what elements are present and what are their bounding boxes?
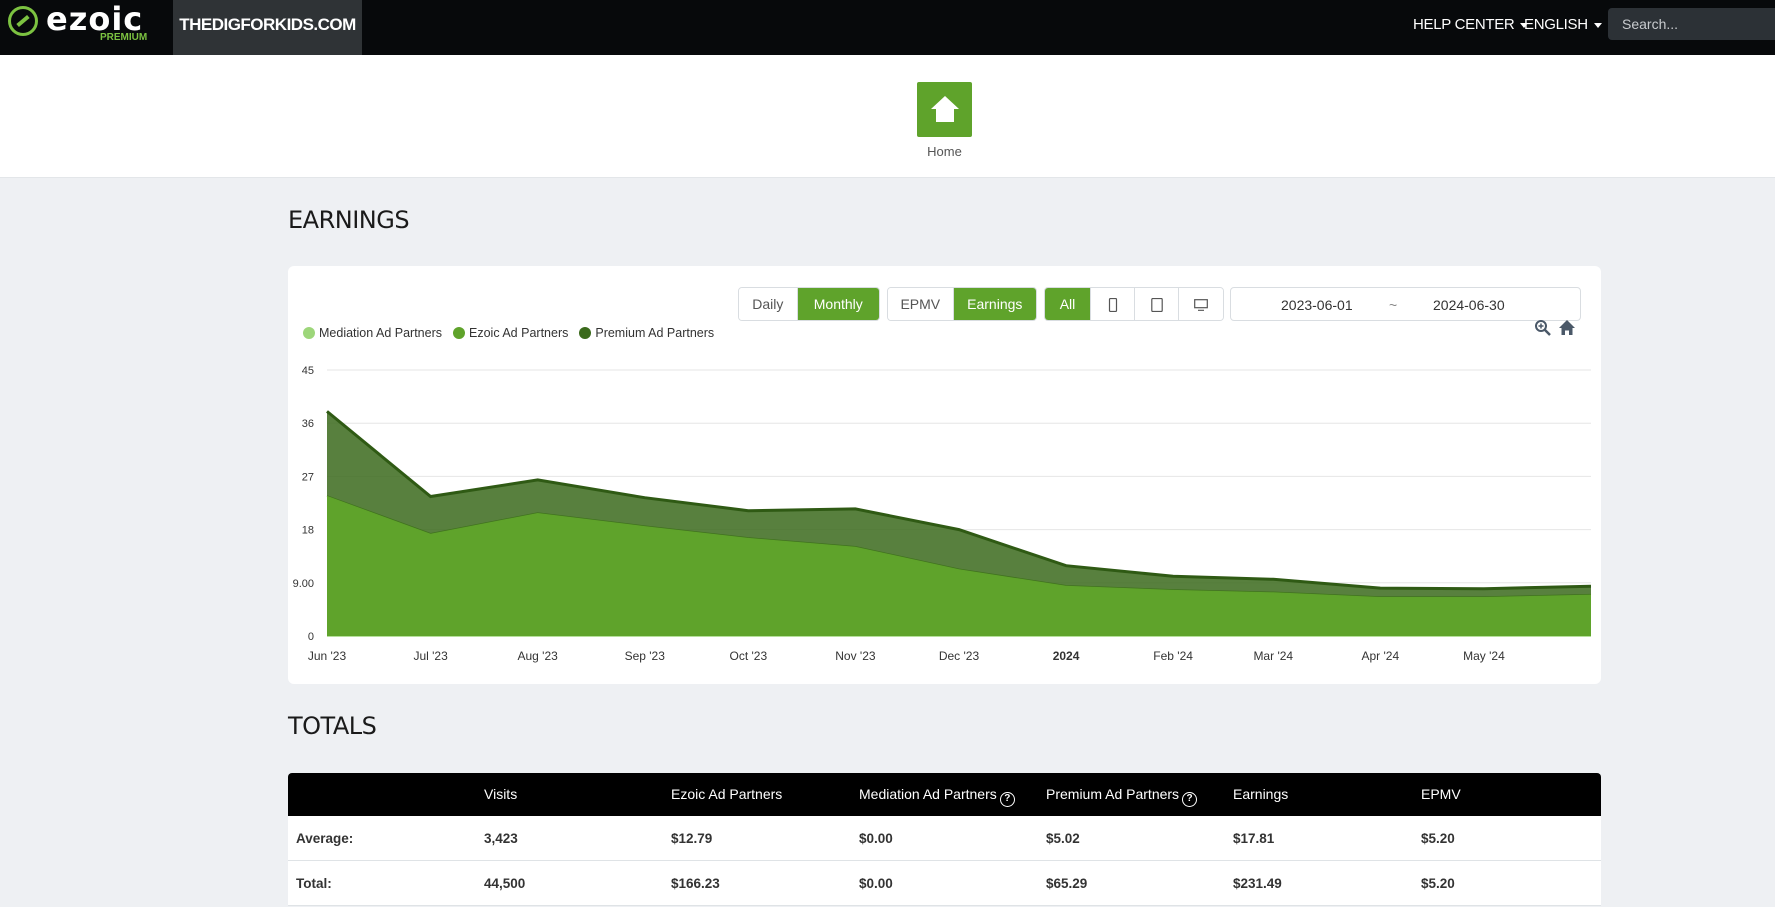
epmv-button[interactable]: EPMV [888, 288, 954, 320]
cell-earnings: $231.49 [1233, 876, 1282, 891]
header-earnings: Earnings [1233, 786, 1289, 802]
legend-dot [453, 327, 465, 339]
device-toggle: All [1044, 287, 1224, 321]
x-tick-label: Aug '23 [518, 649, 559, 663]
y-tick-label: 9.00 [293, 578, 314, 590]
desktop-icon [1194, 299, 1208, 312]
header-label: Premium Ad Partners [1046, 786, 1180, 802]
reset-zoom-home-icon[interactable] [1558, 319, 1576, 337]
header-premium-ad-partners: Premium Ad Partners? [1046, 786, 1198, 807]
help-question-icon[interactable]: ? [1182, 792, 1198, 807]
cell-visits: 3,423 [484, 831, 518, 846]
mobile-button[interactable] [1091, 288, 1135, 320]
legend-label: Ezoic Ad Partners [469, 326, 569, 340]
date-end: 2024-06-30 [1433, 297, 1505, 313]
legend-label: Premium Ad Partners [595, 326, 715, 340]
x-tick-label: Nov '23 [835, 649, 876, 663]
site-selector[interactable]: THEDIGFORKIDS.COM [173, 0, 362, 55]
date-separator: ~ [1389, 297, 1398, 313]
table-header: Visits Ezoic Ad Partners Mediation Ad Pa… [288, 773, 1601, 816]
y-tick-label: 18 [302, 525, 314, 537]
x-tick-label: Jul '23 [413, 649, 448, 663]
earnings-title: EARNINGS [288, 206, 410, 234]
language-label: ENGLISH [1524, 16, 1588, 33]
earnings-chart-card: 0 9.00 18 27 36 45 Jun '23 Jul '23 Aug '23 Sep '2… [288, 266, 1601, 684]
x-tick-label: 2024 [1053, 649, 1080, 663]
x-tick-label: Apr '24 [1362, 649, 1400, 663]
x-tick-label: Feb '24 [1153, 649, 1193, 663]
earnings-button[interactable]: Earnings [953, 288, 1036, 320]
cell-earnings: $17.81 [1233, 831, 1275, 846]
x-tick-label: Sep '23 [625, 649, 666, 663]
help-center-label: HELP CENTER [1413, 16, 1515, 33]
row-label: Total: [296, 876, 332, 891]
legend-item-ezoic[interactable]: Ezoic Ad Partners [453, 326, 568, 340]
chart-legend: Mediation Ad Partners Ezoic Ad Partners … [303, 326, 725, 340]
row-label: Average: [296, 831, 354, 846]
header-epmv: EPMV [1421, 786, 1461, 802]
home-label: Home [927, 144, 962, 159]
x-tick-label: May '24 [1463, 649, 1505, 663]
cell-epmv: $5.20 [1421, 876, 1455, 891]
x-tick-label: Jun '23 [308, 649, 347, 663]
totals-table: Visits Ezoic Ad Partners Mediation Ad Pa… [288, 773, 1601, 906]
search-input[interactable] [1608, 8, 1775, 40]
logo-premium-label: PREMIUM [100, 32, 148, 43]
cell-premium: $5.02 [1046, 831, 1080, 846]
legend-dot [579, 327, 592, 339]
house-icon [931, 96, 959, 122]
cell-ezoic: $12.79 [671, 831, 713, 846]
all-devices-button[interactable]: All [1045, 288, 1091, 320]
legend-item-premium[interactable]: Premium Ad Partners [579, 326, 714, 340]
legend-item-mediation[interactable]: Mediation Ad Partners [303, 326, 442, 340]
ezoic-logo-mark-icon [8, 6, 38, 36]
monthly-button[interactable]: Monthly [797, 288, 879, 320]
x-tick-label: Mar '24 [1253, 649, 1293, 663]
date-start: 2023-06-01 [1281, 297, 1353, 313]
header-ezoic-ad-partners: Ezoic Ad Partners [671, 786, 783, 802]
totals-title: TOTALS [288, 712, 377, 740]
y-tick-label: 36 [302, 418, 314, 430]
y-tick-label: 45 [302, 365, 314, 377]
header-visits: Visits [484, 786, 518, 802]
legend-dot [303, 327, 315, 339]
x-tick-label: Oct '23 [730, 649, 768, 663]
cell-epmv: $5.20 [1421, 831, 1455, 846]
mobile-icon [1108, 298, 1117, 313]
header-mediation-ad-partners: Mediation Ad Partners? [859, 786, 1015, 807]
home-button[interactable] [917, 82, 972, 137]
cell-visits: 44,500 [484, 876, 526, 891]
cell-premium: $65.29 [1046, 876, 1088, 891]
x-tick-label: Dec '23 [939, 649, 980, 663]
desktop-button[interactable] [1179, 288, 1223, 320]
daily-button[interactable]: Daily [739, 288, 798, 320]
help-question-icon[interactable]: ? [999, 792, 1015, 807]
period-toggle: Daily Monthly [738, 287, 880, 321]
caret-down-icon [1593, 22, 1602, 28]
zoom-in-icon[interactable] [1534, 319, 1552, 337]
table-row-total: Total: 44,500 $166.23 $0.00 $65.29 $231.… [288, 861, 1601, 906]
help-center-dropdown[interactable]: HELP CENTER [1413, 16, 1529, 33]
tablet-button[interactable] [1135, 288, 1179, 320]
home-banner: Home [0, 55, 1775, 178]
cell-ezoic: $166.23 [671, 876, 720, 891]
top-navbar: ezoic PREMIUM THEDIGFORKIDS.COM HELP CEN… [0, 0, 1775, 55]
cell-mediation: $0.00 [859, 876, 893, 891]
cell-mediation: $0.00 [859, 831, 893, 846]
ezoic-logo[interactable]: ezoic PREMIUM [8, 0, 158, 48]
y-tick-label: 0 [308, 631, 314, 643]
header-label: Mediation Ad Partners [859, 786, 997, 802]
metric-toggle: EPMV Earnings [887, 287, 1037, 321]
language-dropdown[interactable]: ENGLISH [1524, 16, 1602, 33]
y-tick-label: 27 [302, 471, 314, 483]
table-row-average: Average: 3,423 $12.79 $0.00 $5.02 $17.81… [288, 816, 1601, 861]
tablet-icon [1150, 298, 1163, 313]
date-range-picker[interactable]: 2023-06-01 ~ 2024-06-30 [1230, 287, 1581, 321]
legend-label: Mediation Ad Partners [319, 326, 442, 340]
